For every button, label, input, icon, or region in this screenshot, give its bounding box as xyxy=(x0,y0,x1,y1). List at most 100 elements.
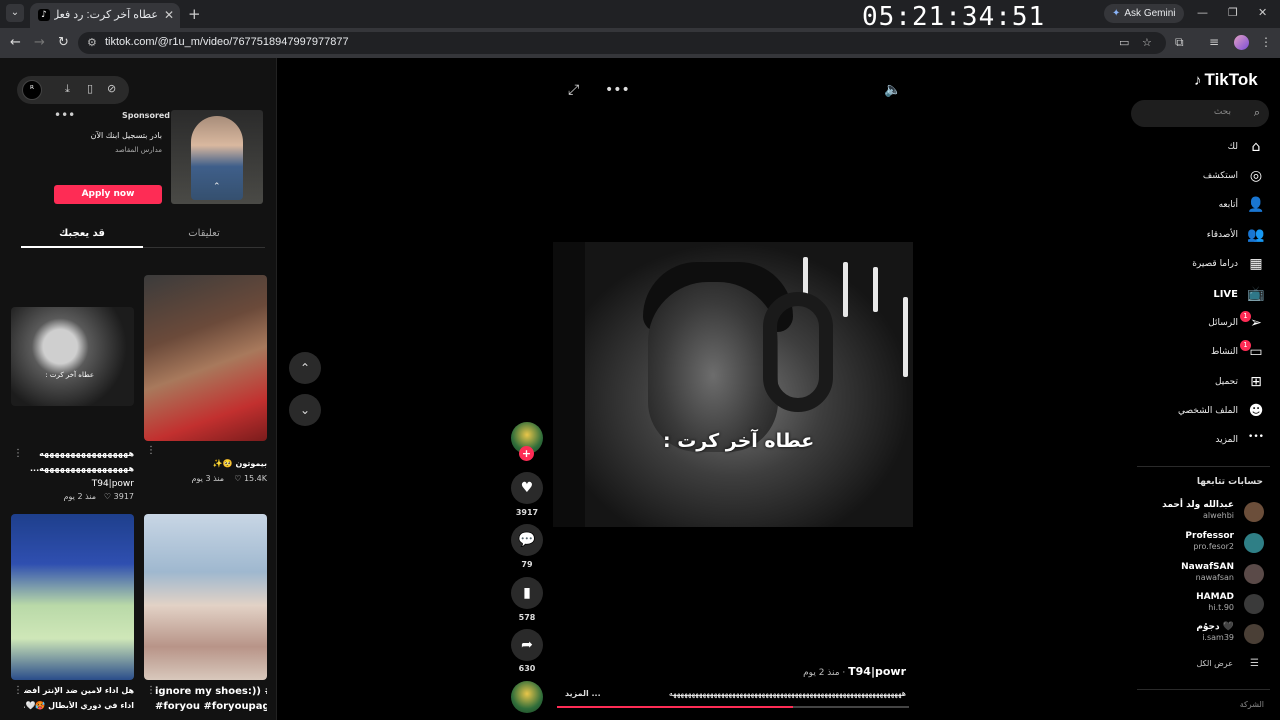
new-tab-button[interactable]: + xyxy=(188,5,201,23)
sidebar-item-9[interactable]: ☻ الملف الشخصي xyxy=(1131,402,1269,422)
follow-plus-button[interactable]: + xyxy=(519,446,534,461)
volume-icon[interactable]: 🔈 xyxy=(884,82,901,98)
reading-list-icon[interactable]: ≡ xyxy=(1209,35,1219,49)
following-account[interactable]: Professor pro.fesor2 xyxy=(1131,531,1264,557)
tab-you-may-like[interactable]: قد يعجبك xyxy=(21,228,143,248)
avatar[interactable] xyxy=(1244,564,1264,584)
card-author[interactable]: T94|powr xyxy=(60,479,134,489)
sidebar-item-0[interactable]: ⌂ لك xyxy=(1131,138,1269,158)
heart-icon: ♥ xyxy=(520,480,534,496)
video-author[interactable]: T94|powr xyxy=(848,665,906,678)
account-username: i.sam39 xyxy=(1202,633,1234,642)
notification-badge: 1 xyxy=(1240,311,1251,322)
extensions-icon[interactable]: ⧉ xyxy=(1175,35,1184,50)
following-account[interactable]: HAMAD hi.t.90 xyxy=(1131,592,1264,618)
video-thumbnail[interactable] xyxy=(11,514,134,680)
download-icon[interactable]: ⤓ xyxy=(65,82,70,96)
back-icon[interactable]: ← xyxy=(10,35,21,50)
share-button[interactable]: ➦ xyxy=(511,629,543,661)
video-player[interactable]: عطاه آخر كرت : xyxy=(553,242,913,527)
bookmark-star-icon[interactable]: ☆ xyxy=(1142,36,1152,49)
profile-avatar[interactable] xyxy=(1234,35,1249,50)
close-tab-icon[interactable]: ✕ xyxy=(164,8,174,22)
maximize-window-icon[interactable]: ❐ xyxy=(1228,6,1238,19)
sidebar-item-8[interactable]: ⊞ تحميل xyxy=(1131,373,1269,393)
sponsored-ad: ••• Sponsored بادر بتسجيل ابنك الآن مدار… xyxy=(0,108,276,208)
ask-gemini-button[interactable]: ✦ Ask Gemini xyxy=(1104,4,1184,23)
fullscreen-icon[interactable]: ⤢ xyxy=(568,82,579,98)
tiktok-favicon-icon: ♪ xyxy=(38,9,50,21)
sidebar-divider xyxy=(1137,466,1270,467)
card-description-line2[interactable]: اداء في دوري الأبطال 🥵🤍... xyxy=(24,701,134,710)
ad-headline: بادر بتسجيل ابنك الآن xyxy=(90,131,162,140)
card-description[interactable]: بيموتون 🥺✨ xyxy=(155,459,267,468)
compass-small-icon[interactable]: ⊘ xyxy=(107,82,116,95)
previous-video-button[interactable]: ⌃ xyxy=(289,352,321,384)
like-button[interactable]: ♥ xyxy=(511,472,543,504)
avatar[interactable] xyxy=(1244,533,1264,553)
more-options-icon[interactable]: ••• xyxy=(605,82,630,98)
next-video-button[interactable]: ⌄ xyxy=(289,394,321,426)
search-input[interactable]: بحث xyxy=(1214,107,1231,117)
sidebar-item-6[interactable]: ➢ الرسائل 1 xyxy=(1131,311,1269,334)
company-link[interactable]: الشركة xyxy=(1131,700,1264,709)
save-button[interactable]: ▮ xyxy=(511,577,543,609)
avatar[interactable] xyxy=(1244,624,1264,644)
creator-avatar[interactable]: ᴿ xyxy=(22,80,42,100)
site-info-icon[interactable]: ⚙ xyxy=(87,36,97,49)
cast-icon[interactable]: ▭ xyxy=(1119,36,1129,49)
ad-subtitle: مدارس المقاصد xyxy=(115,146,162,154)
tab-comments[interactable]: تعليقات xyxy=(143,228,265,239)
friends-icon: 👥 xyxy=(1247,227,1265,243)
forward-icon[interactable]: → xyxy=(34,35,45,50)
following-account[interactable]: عبدالله ولد أحمد alwehbi xyxy=(1131,500,1264,526)
sidebar-item-10[interactable]: ••• المزيد xyxy=(1131,431,1269,451)
card-more-icon[interactable]: ⋮ xyxy=(146,445,156,456)
card-description[interactable]: هل اداء لامين ضد الإنتر أفضل xyxy=(24,686,134,695)
url-text[interactable]: tiktok.com/@r1u_m/video/7677518947997977… xyxy=(105,36,349,48)
browser-tab[interactable]: ♪ عطاه آخر كرت: رد فعل طريف ✕ xyxy=(30,3,180,28)
phone-icon[interactable]: ▯ xyxy=(87,82,93,95)
avatar[interactable] xyxy=(1244,594,1264,614)
browser-tab-bar: ⌄ ♪ عطاه آخر كرت: رد فعل طريف ✕ + 05:21:… xyxy=(0,0,1280,32)
bottom-author-avatar[interactable] xyxy=(511,681,543,713)
card-description[interactable]: ignore my shoes:)) #fyp xyxy=(155,686,267,697)
card-more-icon[interactable]: ⋮ xyxy=(13,448,23,459)
card-description-line2[interactable]: هههههههههههههههههه... xyxy=(22,464,134,473)
comment-button[interactable]: 💬 xyxy=(511,524,543,556)
card-description[interactable]: هههههههههههههههههه xyxy=(22,449,134,458)
following-account[interactable]: NawafSAN nawafsan xyxy=(1131,562,1264,588)
following-account[interactable]: دجوُم 🖤 i.sam39 xyxy=(1131,622,1264,648)
sidebar-item-7[interactable]: ▭ النشاط 1 xyxy=(1131,340,1269,363)
avatar[interactable] xyxy=(1244,502,1264,522)
card-more-icon[interactable]: ⋮ xyxy=(13,685,23,696)
tiktok-logo[interactable]: ♪ TikTok xyxy=(1194,70,1258,90)
search-icon[interactable]: ⌕ xyxy=(1254,106,1260,120)
sidebar-item-4[interactable]: ▦ دراما قصيرة xyxy=(1131,255,1269,275)
more-text-button[interactable]: المزيد ... xyxy=(565,689,605,698)
video-progress-bar[interactable] xyxy=(557,706,909,708)
ad-image[interactable]: ⌃ xyxy=(171,110,263,204)
search-box[interactable]: بحث ⌕ xyxy=(1131,100,1269,127)
minimize-window-icon[interactable]: — xyxy=(1197,6,1208,19)
like-count: 15.4K xyxy=(243,474,267,483)
tab-list-button[interactable]: ⌄ xyxy=(6,4,24,22)
sidebar-item-3[interactable]: 👥 الأصدقاء xyxy=(1131,226,1269,246)
sidebar-item-1[interactable]: ◎ استكشف xyxy=(1131,167,1269,187)
browser-menu-icon[interactable]: ⋮ xyxy=(1260,35,1272,49)
card-description-line2[interactable]: #foryou #foryoupage xyxy=(155,701,267,712)
close-window-icon[interactable]: ✕ xyxy=(1258,6,1267,19)
sidebar-item-5[interactable]: 📺 LIVE xyxy=(1131,285,1269,305)
upload-icon: ⊞ xyxy=(1250,374,1262,390)
apply-now-button[interactable]: Apply now xyxy=(54,185,162,204)
url-omnibox[interactable]: ⚙ tiktok.com/@r1u_m/video/76775189479979… xyxy=(78,32,1166,54)
video-thumbnail[interactable]: عطاه آخر كرت : xyxy=(11,307,134,406)
account-username: alwehbi xyxy=(1203,511,1234,520)
ad-more-icon[interactable]: ••• xyxy=(54,108,75,122)
reload-icon[interactable]: ↻ xyxy=(58,35,69,50)
video-thumbnail[interactable] xyxy=(144,275,267,441)
following-title: حسابات تتابعها xyxy=(1196,477,1263,487)
see-all-button[interactable]: عرض الكل ☰ xyxy=(1131,658,1263,672)
video-thumbnail[interactable] xyxy=(144,514,267,680)
sidebar-item-2[interactable]: 👤 أتابعه xyxy=(1131,196,1269,216)
